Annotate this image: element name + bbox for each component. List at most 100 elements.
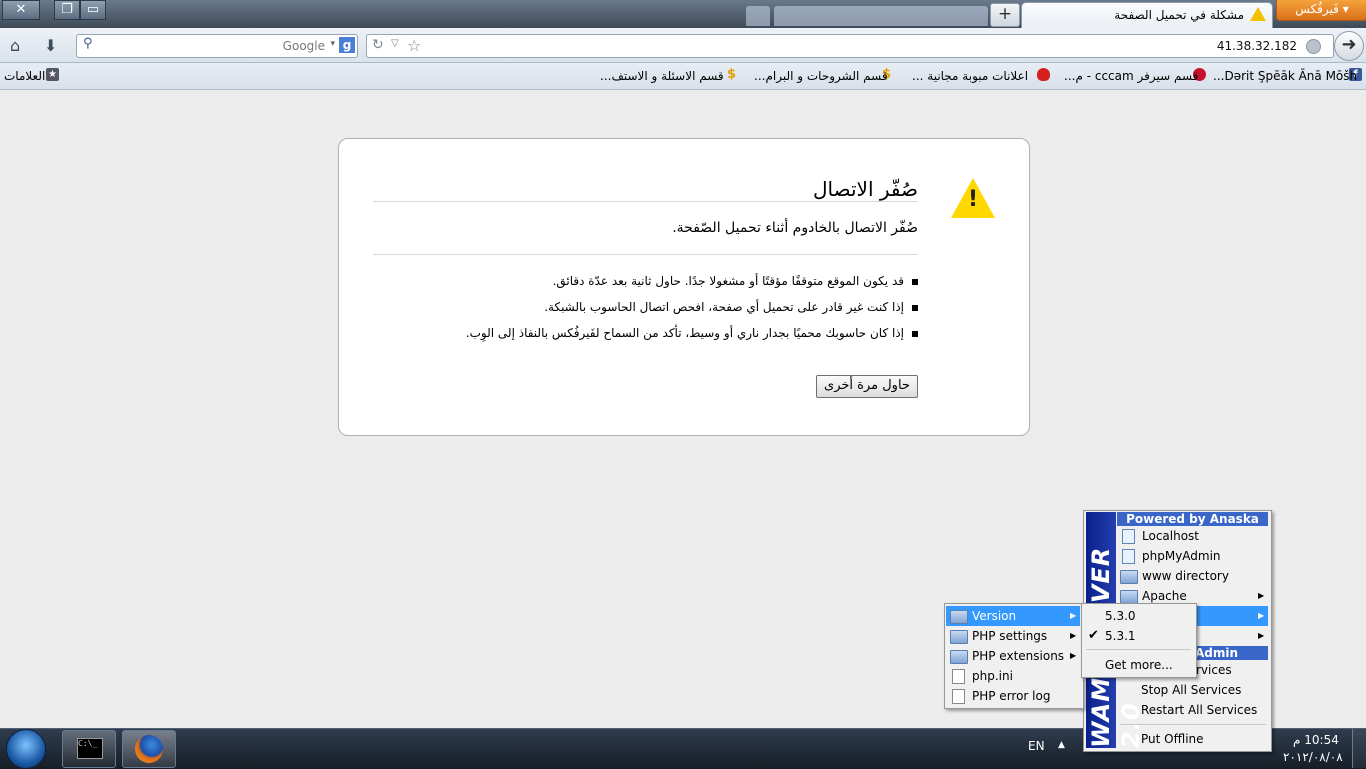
checkmark-icon: ✔ <box>1088 628 1099 643</box>
menu-separator <box>1086 649 1191 650</box>
folder-icon <box>1120 570 1138 584</box>
submenu-arrow-icon: ▶ <box>1258 611 1265 620</box>
bookmark-favicon <box>1037 68 1050 81</box>
back-button[interactable]: ➜ <box>1334 31 1364 61</box>
menu-label: Stop All Services <box>1141 683 1242 697</box>
taskbar-cmd[interactable]: C:\_ <box>62 730 116 768</box>
menu-label: Restart All Services <box>1141 703 1258 717</box>
background-tab[interactable] <box>774 6 988 26</box>
bookmark-item[interactable]: قسم الاسئلة و الاستف... <box>600 69 724 83</box>
language-indicator[interactable]: EN <box>1028 739 1045 753</box>
wamp-item-phpmyadmin[interactable]: phpMyAdmin <box>1118 546 1268 566</box>
wamp-item-put-offline[interactable]: Put Offline <box>1118 729 1268 749</box>
wamp-item-restart-all[interactable]: Restart All Services <box>1118 700 1268 720</box>
bookmark-star-icon[interactable]: ☆ <box>407 36 421 55</box>
bookmark-favicon: $ <box>726 67 737 82</box>
wamp-item-stop-all[interactable]: Stop All Services <box>1118 680 1268 700</box>
site-identity-icon[interactable] <box>1306 39 1321 54</box>
url-bar[interactable]: ↻ ▽ ☆ 41.38.32.182 <box>366 34 1334 58</box>
firefox-menu-label: فَيرفُكس <box>1295 2 1339 16</box>
bookmark-item[interactable]: قسم الشروحات و البرام... <box>754 69 888 83</box>
url-text: 41.38.32.182 <box>1216 39 1297 53</box>
history-dropdown-icon[interactable]: ▽ <box>391 38 399 49</box>
wamp-menu-header: Powered by Anaska <box>1117 512 1268 526</box>
window-minimize-button[interactable]: ▭ <box>80 0 106 20</box>
version-item[interactable]: 5.3.0 <box>1083 606 1193 626</box>
bookmark-item[interactable]: قسم سيرفر cccam - م... <box>1064 69 1198 83</box>
search-placeholder: Google <box>282 39 325 53</box>
menu-separator <box>1120 724 1266 725</box>
menu-label: PHP extensions <box>972 649 1065 663</box>
window-close-button[interactable]: ✕ <box>2 0 40 20</box>
bookmark-item[interactable]: اعلانات مبوبة مجانية ... <box>912 69 1028 83</box>
php-item-error-log[interactable]: PHP error log <box>946 686 1080 706</box>
submenu-arrow-icon: ▶ <box>1070 611 1077 620</box>
menu-label: Get more... <box>1105 658 1173 672</box>
menu-label: php.ini <box>972 669 1013 683</box>
show-desktop-button[interactable] <box>1352 729 1366 768</box>
divider <box>373 201 918 202</box>
error-suggestion: قد يكون الموقع متوقفًا مؤقتًا أو مشغولا … <box>553 274 918 288</box>
web-page-icon <box>1122 549 1135 564</box>
bookmark-item[interactable]: Dərit Şpēāk Ānā Mōšh... <box>1213 69 1357 83</box>
menu-label: Localhost <box>1142 529 1200 543</box>
search-engine-logo[interactable]: g <box>339 37 355 53</box>
search-icon: ⚲ <box>83 36 93 51</box>
bookmarks-menu[interactable]: العلامات <box>4 69 45 83</box>
error-suggestion: إذا كان حاسوبك محميًا بجدار ناري أو وسيط… <box>466 326 918 340</box>
search-box[interactable]: ⚲ Google ▾ g <box>76 34 358 58</box>
wamp-item-www-directory[interactable]: www directory <box>1118 566 1268 586</box>
firefox-icon <box>135 735 163 763</box>
warning-exclamation: ! <box>967 187 979 212</box>
submenu-arrow-icon: ▶ <box>1070 651 1077 660</box>
try-again-button[interactable]: حاول مرة أخرى <box>816 375 918 398</box>
folder-icon <box>950 610 968 624</box>
wamp-item-localhost[interactable]: Localhost <box>1118 526 1268 546</box>
folder-icon <box>950 650 968 664</box>
active-tab[interactable]: مشكلة في تحميل الصفحة <box>1021 2 1273 29</box>
error-description: صُفّر الاتصال بالخادوم أثناء تحميل الصّف… <box>672 220 918 236</box>
submenu-arrow-icon: ▶ <box>1070 631 1077 640</box>
php-item-extensions[interactable]: PHP extensions ▶ <box>946 646 1080 666</box>
menu-label: Put Offline <box>1141 732 1204 746</box>
submenu-arrow-icon: ▶ <box>1258 631 1265 640</box>
version-get-more[interactable]: Get more... <box>1083 655 1193 675</box>
menu-label: PHP settings <box>972 629 1048 643</box>
tray-expand-icon[interactable]: ▲ <box>1058 740 1065 750</box>
version-item-checked[interactable]: ✔ 5.3.1 <box>1083 626 1193 646</box>
reload-icon[interactable]: ↻ <box>372 37 384 53</box>
folder-icon <box>950 630 968 644</box>
new-tab-button[interactable]: + <box>990 3 1020 27</box>
error-suggestion: إذا كنت غير قادر على تحميل أي صفحة، افحص… <box>544 300 918 314</box>
wamp-item-mysql[interactable]: ▶ <box>1196 626 1268 646</box>
command-prompt-icon: C:\_ <box>77 738 103 759</box>
window-restore-button[interactable]: ❐ <box>54 0 80 20</box>
error-title: صُفّر الاتصال <box>813 177 918 201</box>
menu-label: PHP error log <box>972 689 1051 703</box>
folder-icon <box>1120 590 1138 604</box>
php-item-version[interactable]: Version ▶ <box>946 606 1080 626</box>
search-engine-dropdown-icon[interactable]: ▾ <box>330 39 335 49</box>
download-icon[interactable]: ⬇ <box>44 36 57 55</box>
menu-label: Version <box>972 609 1017 623</box>
active-tab-title: مشكلة في تحميل الصفحة <box>1114 8 1244 22</box>
document-icon <box>952 689 965 704</box>
taskbar-firefox[interactable] <box>122 730 176 768</box>
menu-label: 5.3.0 <box>1105 609 1136 623</box>
menu-label: www directory <box>1142 569 1229 583</box>
php-item-php-ini[interactable]: php.ini <box>946 666 1080 686</box>
menu-label: rvices <box>1196 663 1232 677</box>
admin-header-label: Admin <box>1195 646 1239 660</box>
firefox-menu-button[interactable]: فَيرفُكس ▾ <box>1276 0 1366 21</box>
php-item-settings[interactable]: PHP settings ▶ <box>946 626 1080 646</box>
bookmarks-star-icon[interactable]: ★ <box>46 68 59 81</box>
wamp-item-php-highlighted[interactable]: ▶ <box>1196 606 1268 626</box>
web-page-icon <box>1122 529 1135 544</box>
clock-date[interactable]: ٢٠١٢/٠٨/٠٨ <box>1283 750 1343 764</box>
clock-time[interactable]: 10:54 م <box>1293 733 1339 747</box>
document-icon <box>952 669 965 684</box>
background-tab-close[interactable] <box>746 6 770 26</box>
start-button[interactable] <box>6 729 46 769</box>
home-icon[interactable]: ⌂ <box>10 36 20 55</box>
menu-label: 5.3.1 <box>1105 629 1136 643</box>
